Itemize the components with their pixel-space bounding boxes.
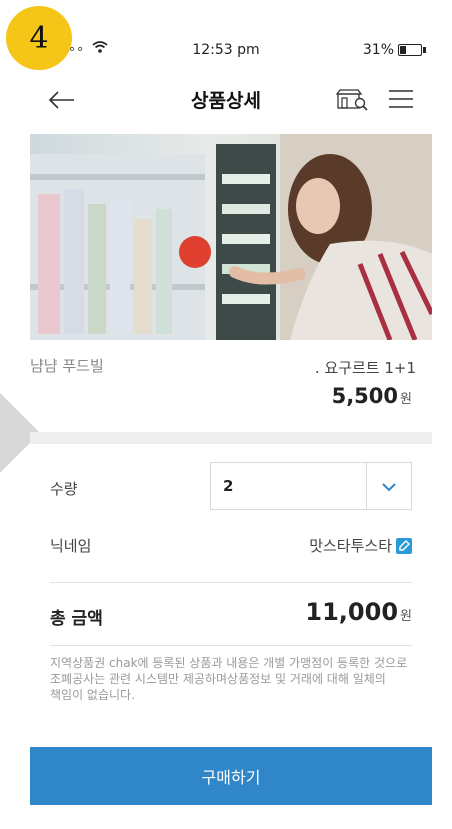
- quantity-value: 2: [223, 477, 234, 495]
- nickname-label: 닉네임: [50, 537, 92, 555]
- store-name: 냠냠 푸드빌: [30, 357, 104, 375]
- store-search-icon[interactable]: [334, 88, 370, 112]
- page-title: 상품상세: [191, 90, 261, 112]
- step-number-badge: 4: [6, 6, 72, 70]
- select-separator: [366, 463, 367, 509]
- price-currency: 원: [400, 392, 412, 407]
- battery-icon: [398, 44, 426, 56]
- total-amount: 11,000 원: [305, 598, 412, 626]
- edit-nickname-icon[interactable]: [396, 537, 412, 554]
- purchase-button[interactable]: 구매하기: [30, 747, 432, 805]
- divider-line: [50, 582, 412, 583]
- quantity-label: 수량: [50, 480, 78, 498]
- price-value: 5,500: [331, 384, 399, 408]
- disclaimer-text: 지역상품권 chak에 등록된 상품과 내용은 개별 가맹점이 등록한 것으로 …: [50, 656, 408, 702]
- step-number: 4: [29, 20, 49, 56]
- quantity-select[interactable]: 2: [210, 462, 412, 510]
- total-currency: 원: [400, 609, 412, 624]
- hamburger-menu-icon[interactable]: [388, 89, 414, 109]
- nickname-value: 맛스타투스타: [309, 537, 392, 555]
- divider-line: [50, 645, 412, 646]
- battery-percent: 31%: [362, 42, 394, 58]
- product-price: 5,500 원: [332, 384, 412, 408]
- section-divider: [30, 432, 432, 444]
- nickname-value-group: 맛스타투스타: [309, 535, 412, 556]
- total-value: 11,000: [305, 598, 399, 626]
- product-name: . 요구르트 1+1: [314, 359, 416, 377]
- product-image: [30, 134, 432, 340]
- total-label: 총 금액: [50, 609, 103, 629]
- app-header: 상품상세: [0, 80, 452, 124]
- chevron-down-icon[interactable]: [379, 477, 399, 497]
